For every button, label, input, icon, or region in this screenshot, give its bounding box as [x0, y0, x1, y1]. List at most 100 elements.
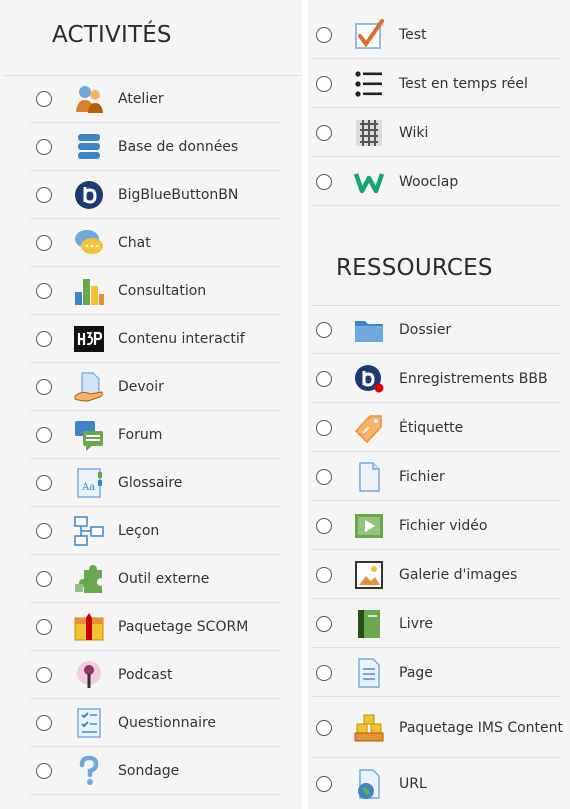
book-icon [352, 607, 386, 641]
activity-item-glossaire[interactable]: Aa Glossaire [0, 459, 302, 507]
radio-button[interactable] [316, 776, 332, 792]
url-globe-icon [352, 767, 386, 801]
resource-label: URL [399, 776, 427, 792]
radio-button[interactable] [316, 665, 332, 681]
puzzle-icon [72, 562, 106, 596]
activity-label: Base de données [118, 139, 239, 155]
resource-item-fichier[interactable]: Fichier [308, 453, 570, 501]
radio-button[interactable] [316, 720, 332, 736]
activity-label: Wooclap [399, 174, 459, 190]
resource-label: Fichier [399, 469, 445, 485]
resource-item-paquetage-ims-content[interactable]: Paquetage IMS Content [308, 698, 570, 758]
activity-item-contenu-interactif[interactable]: Contenu interactif [0, 315, 302, 363]
radio-button[interactable] [36, 619, 52, 635]
radio-button[interactable] [36, 763, 52, 779]
activity-label: Questionnaire [118, 715, 217, 731]
activity-label: Test en temps réel [399, 76, 528, 92]
radio-button[interactable] [316, 27, 332, 43]
activity-item-podcast[interactable]: Podcast [0, 651, 302, 699]
resource-item-livre[interactable]: Livre [308, 600, 570, 648]
resource-label: Galerie d'images [399, 567, 518, 583]
radio-button[interactable] [36, 331, 52, 347]
radio-button[interactable] [36, 427, 52, 443]
activity-label: Podcast [118, 667, 173, 683]
activity-item-questionnaire[interactable]: Questionnaire [0, 699, 302, 747]
realtime-quiz-list-icon [352, 67, 386, 101]
resource-item-fichier-video[interactable]: Fichier vidéo [308, 502, 570, 550]
file-icon [352, 460, 386, 494]
activity-item-test[interactable]: Test [308, 11, 570, 59]
radio-button[interactable] [316, 174, 332, 190]
activity-item-forum[interactable]: Forum [0, 411, 302, 459]
activity-item-consultation[interactable]: Consultation [0, 267, 302, 315]
activity-label: Consultation [118, 283, 207, 299]
label-tag-icon [352, 411, 386, 445]
ims-package-icon [352, 711, 386, 745]
scorm-package-icon [72, 610, 106, 644]
activity-item-wooclap[interactable]: Wooclap [308, 158, 570, 206]
activity-label: Sondage [118, 763, 180, 779]
resource-item-page[interactable]: Page [308, 649, 570, 697]
radio-button[interactable] [316, 518, 332, 534]
video-file-icon [352, 509, 386, 543]
radio-button[interactable] [36, 667, 52, 683]
activity-item-chat[interactable]: Chat [0, 219, 302, 267]
radio-button[interactable] [36, 523, 52, 539]
radio-button[interactable] [316, 371, 332, 387]
activity-item-bigbluebuttonbn[interactable]: BigBlueButtonBN [0, 171, 302, 219]
activity-item-test-en-temps-reel[interactable]: Test en temps réel [308, 60, 570, 108]
glossary-icon: Aa [72, 466, 106, 500]
activity-label: Wiki [399, 125, 429, 141]
radio-button[interactable] [316, 567, 332, 583]
resource-item-galerie-images[interactable]: Galerie d'images [308, 551, 570, 599]
activity-item-lecon[interactable]: Leçon [0, 507, 302, 555]
resource-item-dossier[interactable]: Dossier [308, 306, 570, 354]
resource-label: Livre [399, 616, 434, 632]
lesson-icon [72, 514, 106, 548]
resources-heading: RESSOURCES [336, 255, 493, 281]
radio-button[interactable] [316, 322, 332, 338]
resource-item-etiquette[interactable]: Étiquette [308, 404, 570, 452]
assignment-icon [72, 370, 106, 404]
radio-button[interactable] [36, 379, 52, 395]
radio-button[interactable] [36, 235, 52, 251]
activity-item-wiki[interactable]: Wiki [308, 109, 570, 157]
radio-button[interactable] [316, 420, 332, 436]
activity-item-sondage[interactable]: Sondage [0, 747, 302, 795]
radio-button[interactable] [316, 469, 332, 485]
podcast-microphone-icon [72, 658, 106, 692]
activity-label: Atelier [118, 91, 164, 107]
radio-button[interactable] [36, 91, 52, 107]
activity-item-devoir[interactable]: Devoir [0, 363, 302, 411]
activity-item-paquetage-scorm[interactable]: Paquetage SCORM [0, 603, 302, 651]
resource-item-url[interactable]: URL [308, 760, 570, 808]
radio-button[interactable] [36, 139, 52, 155]
activity-item-outil-externe[interactable]: Outil externe [0, 555, 302, 603]
quiz-checkmark-icon [352, 18, 386, 52]
radio-button[interactable] [316, 125, 332, 141]
activity-label: Leçon [118, 523, 160, 539]
resource-item-enregistrements-bbb[interactable]: Enregistrements BBB [308, 355, 570, 403]
activities-column: ACTIVITÉS Atelier Base de données BigBlu… [0, 0, 302, 809]
choice-chart-icon [72, 274, 106, 308]
radio-button[interactable] [36, 283, 52, 299]
resource-label: Page [399, 665, 433, 681]
radio-button[interactable] [316, 616, 332, 632]
activity-item-atelier[interactable]: Atelier [0, 75, 302, 123]
questionnaire-icon [72, 706, 106, 740]
radio-button[interactable] [316, 76, 332, 92]
activity-label: Forum [118, 427, 163, 443]
radio-button[interactable] [36, 187, 52, 203]
resource-label: Étiquette [399, 420, 464, 436]
workshop-icon [72, 82, 106, 116]
activity-label: Glossaire [118, 475, 183, 491]
question-mark-icon [72, 754, 106, 788]
resource-label: Dossier [399, 322, 452, 338]
activity-label: Contenu interactif [118, 331, 245, 347]
radio-button[interactable] [36, 475, 52, 491]
h5p-icon [72, 322, 106, 356]
radio-button[interactable] [36, 715, 52, 731]
radio-button[interactable] [36, 571, 52, 587]
activity-item-base-de-donnees[interactable]: Base de données [0, 123, 302, 171]
activity-label: Paquetage SCORM [118, 619, 249, 635]
